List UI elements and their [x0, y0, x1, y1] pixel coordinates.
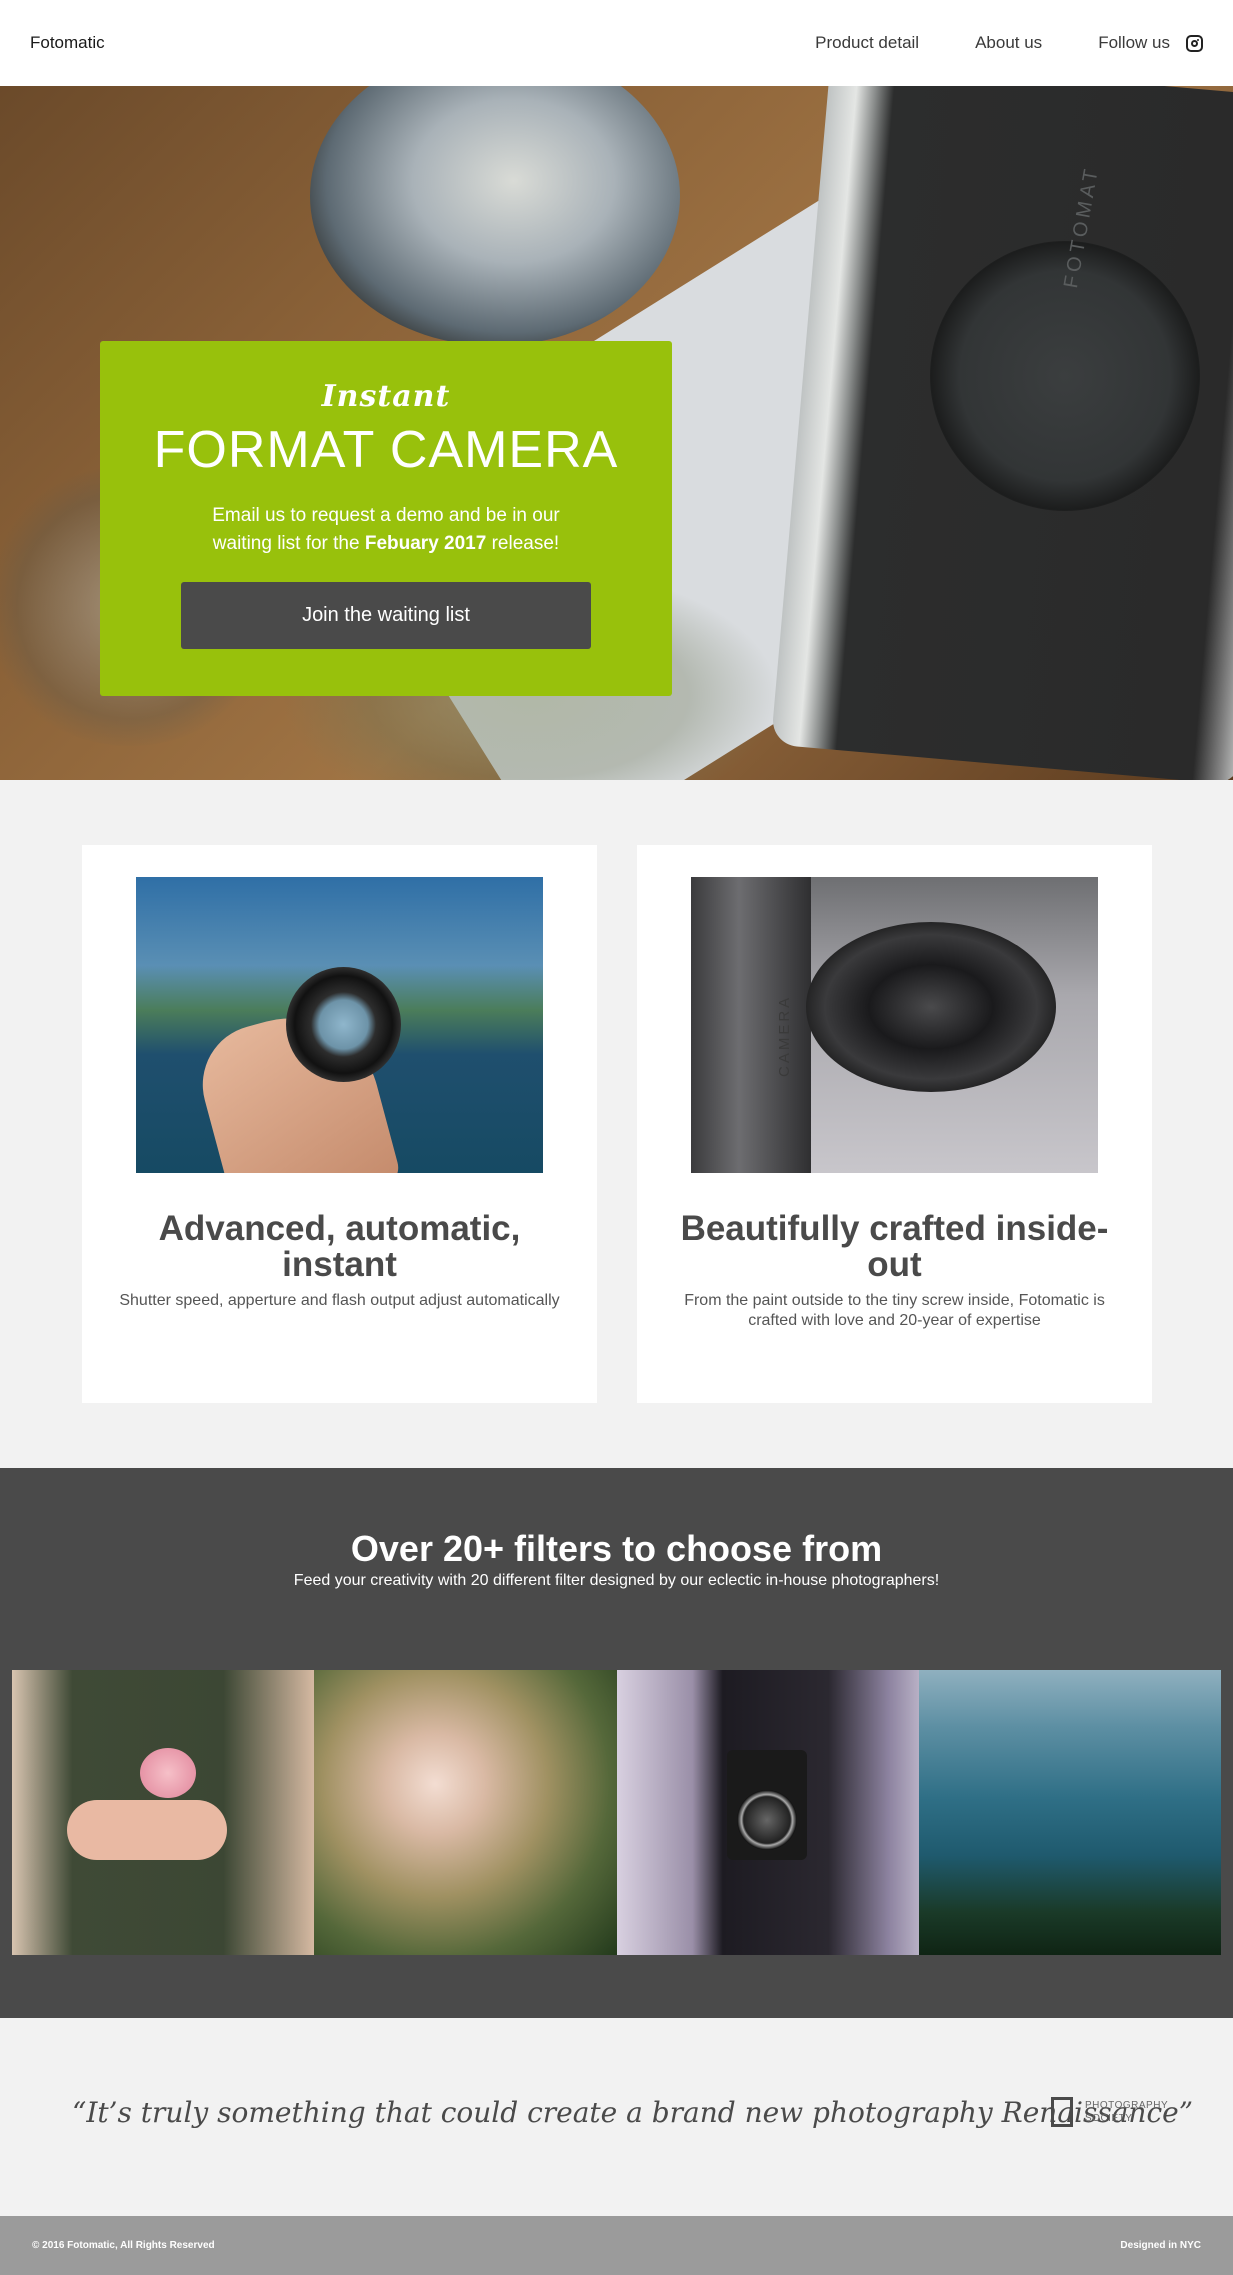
society-name: PHOTOGRAPHY SOCIETY: [1085, 2100, 1168, 2124]
footer-credit: Designed in NYC: [1120, 2240, 1201, 2251]
hero-banner: FOTOMAT Instant FORMAT CAMERA Email us t…: [0, 86, 1233, 780]
filters-subtitle: Feed your creativity with 20 different f…: [293, 1572, 940, 1589]
camera-lens-shape: [806, 922, 1056, 1092]
testimonial-quote: “It’s truly something that could create …: [72, 2096, 1194, 2129]
promo-script-title: Instant: [321, 379, 451, 414]
tlr-camera-shape: [726, 1750, 807, 1860]
gallery-image-flower[interactable]: [12, 1670, 315, 1955]
filter-gallery: [12, 1670, 1221, 1955]
brand-logo[interactable]: Fotomatic: [30, 33, 105, 53]
filters-section: Over 20+ filters to choose from Feed you…: [0, 1468, 1233, 2018]
flower-shape: [140, 1748, 196, 1798]
nav-link-follow-us[interactable]: Follow us: [1098, 33, 1203, 53]
promo-desc-date: Febuary 2017: [364, 533, 487, 554]
gallery-image-valley[interactable]: [918, 1670, 1221, 1955]
hands-shape: [67, 1800, 227, 1860]
filters-title: Over 20+ filters to choose from: [350, 1528, 883, 1569]
feature-card-crafted: CAMERA Beautifully crafted inside-out Fr…: [637, 845, 1152, 1403]
feature-card-automatic: Advanced, automatic, instant Shutter spe…: [82, 845, 597, 1403]
gallery-image-blossoms[interactable]: [314, 1670, 617, 1955]
footer-copyright: © 2016 Fotomatic, All Rights Reserved: [32, 2240, 215, 2251]
society-logo-mark: [1051, 2097, 1073, 2127]
nav-links: Product detail About us Follow us: [759, 33, 1203, 53]
lens-shape: [286, 967, 401, 1082]
instagram-icon[interactable]: [1186, 34, 1203, 52]
feature-image-camera-closeup: CAMERA: [691, 877, 1098, 1173]
hero-bowl-image: [310, 86, 680, 346]
join-waiting-list-button[interactable]: Join the waiting list: [181, 582, 591, 649]
camera-body-shape: [691, 877, 811, 1173]
footer: © 2016 Fotomatic, All Rights Reserved De…: [0, 2216, 1233, 2275]
gallery-image-photographer[interactable]: [616, 1670, 919, 1955]
promo-desc-post: release!: [486, 533, 560, 554]
nav-link-about-us[interactable]: About us: [975, 33, 1042, 53]
promo-title: FORMAT CAMERA: [153, 421, 619, 479]
nav-link-product-detail[interactable]: Product detail: [815, 33, 919, 53]
feature-text: From the paint outside to the tiny screw…: [684, 1292, 1105, 1329]
feature-text: Shutter speed, apperture and flash outpu…: [119, 1292, 560, 1309]
follow-us-label: Follow us: [1098, 33, 1170, 52]
feature-title: Advanced, automatic, instant: [158, 1209, 521, 1284]
camera-photo-text: CAMERA: [776, 994, 793, 1077]
feature-image-lens-lake: [136, 877, 543, 1173]
feature-title: Beautifully crafted inside-out: [680, 1209, 1109, 1284]
promo-box: Instant FORMAT CAMERA Email us to reques…: [100, 341, 672, 696]
top-nav: Fotomatic Product detail About us Follow…: [0, 0, 1233, 86]
photography-society-logo: PHOTOGRAPHY SOCIETY: [1051, 2097, 1175, 2127]
promo-description: Email us to request a demo and be in our…: [186, 502, 586, 558]
